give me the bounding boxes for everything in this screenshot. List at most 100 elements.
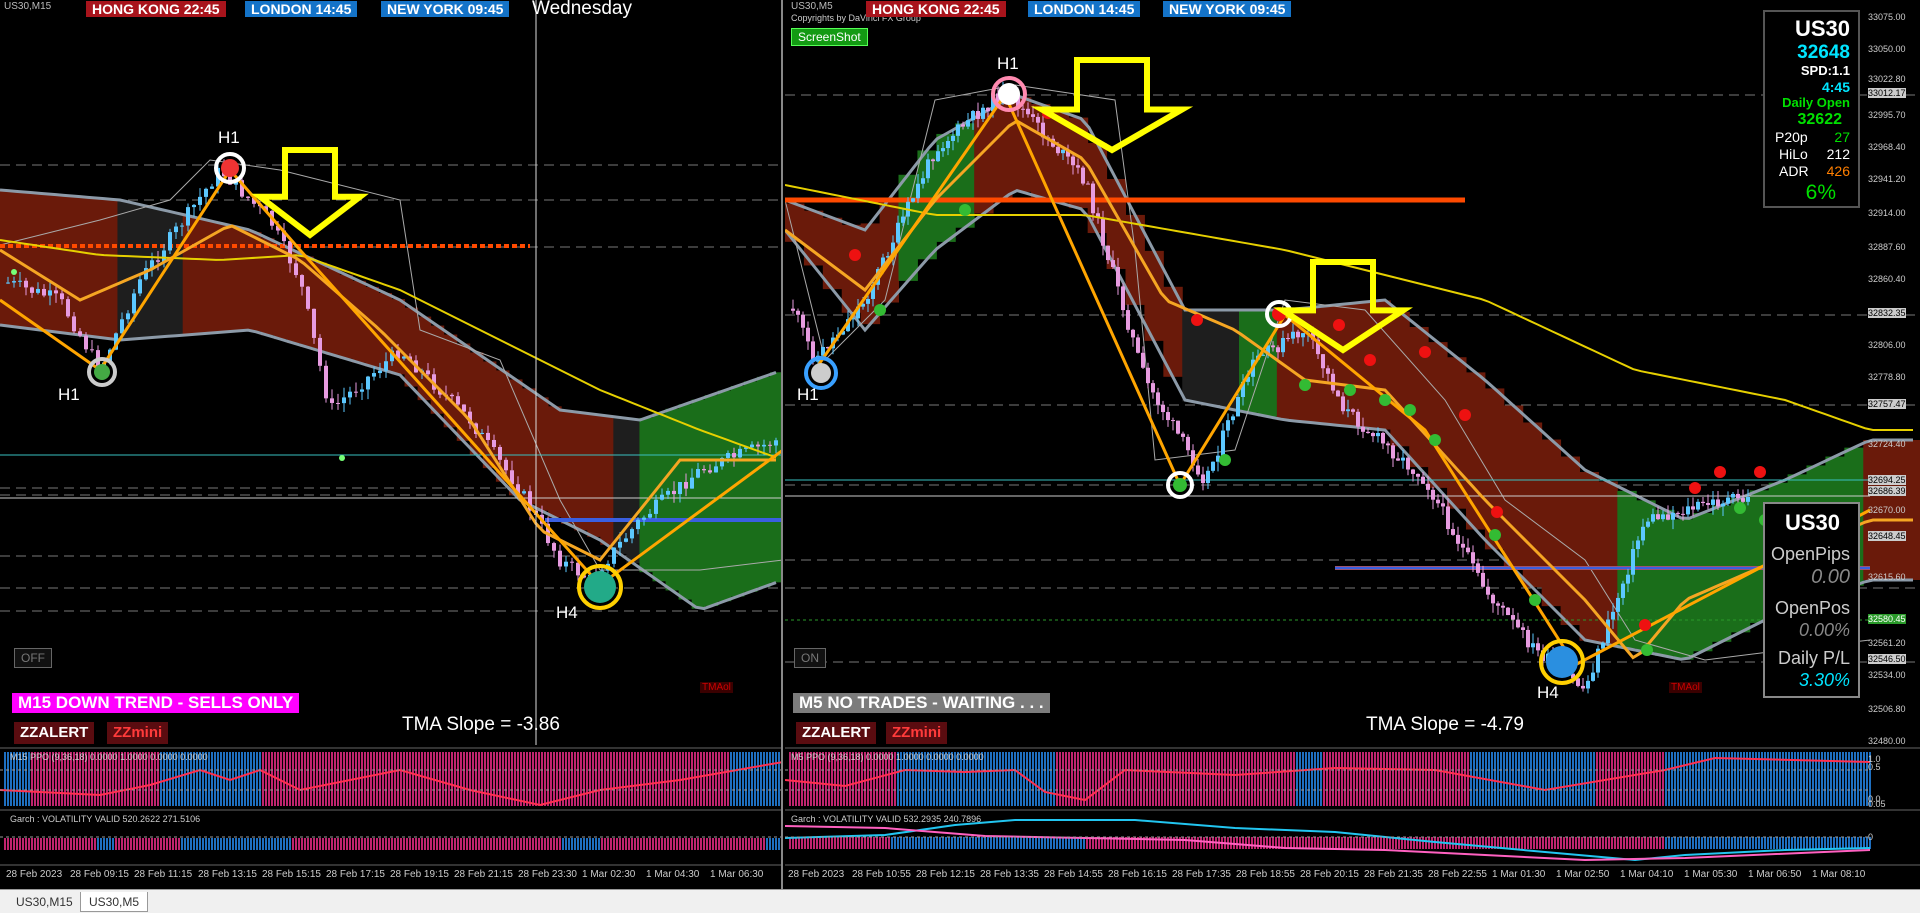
garch-bar [801,837,803,849]
garch-bar [253,838,255,850]
ppo-bar [1458,752,1460,806]
toggle-on-button[interactable]: ON [794,648,826,668]
ppo-bar [1311,752,1313,806]
toggle-off-button[interactable]: OFF [14,648,52,668]
ppo-bar [1257,752,1259,806]
garch-bar [502,838,504,850]
chart-window-m15[interactable]: US30,M15 HONG KONG 22:45 LONDON 14:45 NE… [0,0,783,895]
ppo-bar [520,752,522,806]
garch-bar [313,838,315,850]
ppo-bar [1632,752,1634,806]
garch-bar [37,838,39,850]
ppo-bar [1662,752,1664,806]
ppo-bar [703,752,705,806]
tab-us30-m15[interactable]: US30,M15 [8,892,81,912]
garch-bar [873,837,875,849]
garch-bar [891,837,893,849]
garch-bar [325,838,327,850]
zzalert-button[interactable]: ZZALERT [796,722,877,744]
ppo-bar [274,752,276,806]
garch-bar [664,838,666,850]
ppo-bar [1659,752,1661,806]
candle-body [48,290,52,296]
garch-bar [1512,837,1514,849]
candle-body [1711,499,1715,505]
candle-body [1726,497,1730,504]
ppo-bar [1515,752,1517,806]
garch-bar [271,838,273,850]
garch-bar [739,838,741,850]
garch-bar [1698,837,1700,849]
candle-body [1706,503,1710,505]
garch-bar [1752,837,1754,849]
trend-band [522,388,536,505]
garch-bar [1065,837,1067,849]
time-tick-label: 28 Feb 20:15 [1300,869,1359,880]
chart-tab-bar: US30,M15 US30,M5 [0,889,1920,913]
garch-bar [915,837,917,849]
candle-body [1526,629,1530,648]
garch-bar [1302,837,1304,849]
ppo-bar [643,752,645,806]
time-tick-label: 1 Mar 06:50 [1748,869,1802,880]
ppo-bar [256,752,258,806]
garch-bar [1191,837,1193,849]
chart-window-m5[interactable]: US30,M5 Copyrights by DaVinci FX Group S… [785,0,1920,895]
ppo-bar [1860,752,1862,806]
ppo-bar [1098,752,1100,806]
ppo-bar [1449,752,1451,806]
ppo-bar [538,752,540,806]
garch-bar [4,838,6,850]
ppo-bar [487,752,489,806]
candle-body [916,183,920,199]
garch-bar [1071,837,1073,849]
garch-bar [685,838,687,850]
garch-bar [981,837,983,849]
garch-bar [559,838,561,850]
garch-bar [1839,837,1841,849]
tab-us30-m5[interactable]: US30,M5 [80,892,149,912]
info-daily-open: 32622 [1797,111,1843,128]
tmaol-label: TMAol [700,682,733,693]
garch-bar [514,838,516,850]
ppo-bar [733,752,735,806]
garch-bar [571,838,573,850]
ppo-bar [493,752,495,806]
info-spread: SPD:1.1 [1800,63,1850,78]
garch-bar [541,838,543,850]
zzmini-button[interactable]: ZZmini [107,722,169,744]
garch-bar [1731,837,1733,849]
trend-band [652,413,667,582]
swing-ring-center [221,159,239,177]
ppo-bar [1743,752,1745,806]
zzmini-button[interactable]: ZZmini [886,722,948,744]
ppo-bar [346,752,348,806]
screenshot-button[interactable]: ScreenShot [791,28,868,46]
garch-bar [1803,837,1805,849]
signal-dot [339,455,345,461]
garch-bar [1476,837,1478,849]
garch-bar [819,837,821,849]
garch-bar [343,838,345,850]
ppo-bar [1446,752,1448,806]
garch-bar [1590,837,1592,849]
clock-newyork: NEW YORK 09:45 [1163,1,1292,17]
trend-band [574,412,588,531]
garch-bar [508,838,510,850]
candle-body [1406,457,1410,470]
garch-bar [340,838,342,850]
ppo-bar [730,752,732,806]
ppo-bar [1689,752,1691,806]
garch-bar [1572,837,1574,849]
garch-bar [987,837,989,849]
ppo-bar [7,752,9,806]
garch-bar [109,838,111,850]
candle-body [1446,506,1450,530]
ppo-bar [1668,752,1670,806]
candle-body [981,107,985,119]
zzalert-button[interactable]: ZZALERT [14,722,95,744]
garch-bar [649,838,651,850]
garch-bar [900,837,902,849]
garch-bar [834,837,836,849]
ppo-bar [409,752,411,806]
